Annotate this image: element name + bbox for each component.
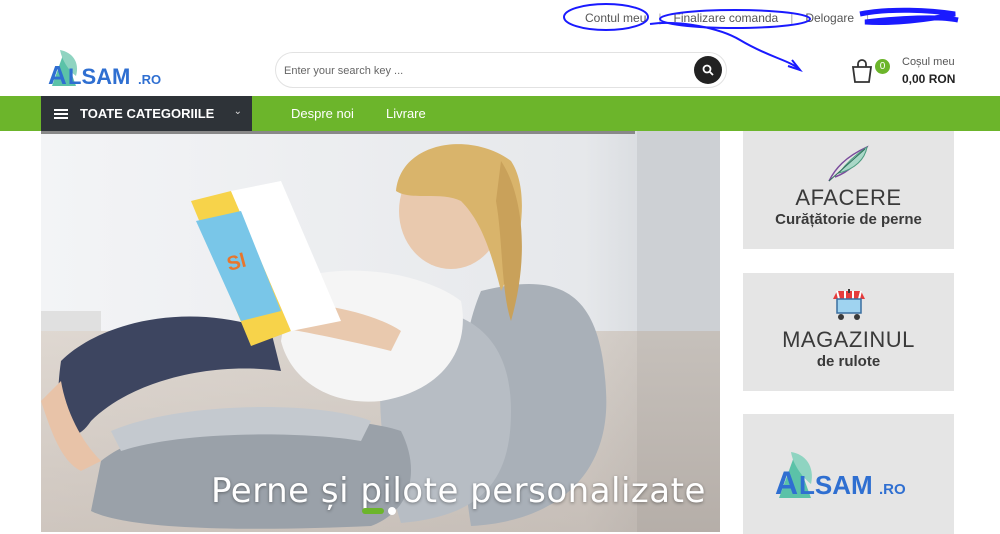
nav-link-delivery[interactable]: Livrare xyxy=(386,106,426,121)
cart-total: 0,00 RON xyxy=(902,72,956,86)
slider-dot-active[interactable] xyxy=(362,508,384,514)
search-icon xyxy=(702,64,714,76)
banner-subtitle: Curățătorie de perne xyxy=(775,211,922,228)
alsam-logo: A LSAM .RO xyxy=(775,452,906,501)
separator: | xyxy=(790,11,794,25)
main-nav: TOATE CATEGORIILE ⌄ Despre noi Livrare xyxy=(0,96,1000,131)
svg-text:.RO: .RO xyxy=(879,481,906,498)
search-button[interactable] xyxy=(694,56,722,84)
banner-title: AFACERE xyxy=(795,185,902,210)
svg-text:A: A xyxy=(775,465,798,501)
my-account-link[interactable]: Contul meu xyxy=(585,11,646,25)
account-links: Contul meu | Finalizare comanda | Deloga… xyxy=(585,11,881,25)
shopping-bag-icon xyxy=(851,59,873,83)
alsam-logo[interactable]: A LSAM .RO xyxy=(46,46,176,90)
mini-cart[interactable]: 0 Coșul meu 0,00 RON xyxy=(849,56,979,88)
banner-business[interactable]: AFACERE Curățătorie de perne xyxy=(743,131,954,249)
chevron-down-icon: ⌄ xyxy=(233,106,242,117)
svg-text:LSAM: LSAM xyxy=(68,64,130,89)
hero-slider[interactable]: Sl Perne și pilote personalizate xyxy=(41,131,720,532)
separator: | xyxy=(866,11,870,25)
svg-text:LSAM: LSAM xyxy=(799,470,873,500)
slider-dots xyxy=(362,507,396,515)
separator: | xyxy=(658,11,662,25)
slider-dot[interactable] xyxy=(388,507,396,515)
shop-stall-icon xyxy=(833,289,865,320)
nav-link-about[interactable]: Despre noi xyxy=(291,106,354,121)
search-box xyxy=(275,52,727,88)
hamburger-icon xyxy=(54,108,68,119)
svg-text:.RO: .RO xyxy=(138,72,161,87)
feather-icon xyxy=(828,145,869,182)
logout-link[interactable]: Delogare xyxy=(805,11,854,25)
cart-count-badge: 0 xyxy=(875,59,890,74)
banner-title: MAGAZINUL xyxy=(782,327,915,352)
all-categories-label: TOATE CATEGORIILE xyxy=(80,106,215,121)
banner-subtitle: de rulote xyxy=(816,353,881,370)
svg-text:A: A xyxy=(48,60,67,90)
top-bar: Contul meu | Finalizare comanda | Deloga… xyxy=(0,0,1000,73)
banner-caravans[interactable]: MAGAZINUL de rulote xyxy=(743,273,954,391)
banner-alsam[interactable]: A LSAM .RO xyxy=(743,414,954,534)
hero-caption: Perne și pilote personalizate xyxy=(211,471,706,511)
cart-label: Coșul meu xyxy=(902,56,955,68)
slider-progress-bar xyxy=(41,131,635,134)
checkout-link[interactable]: Finalizare comanda xyxy=(674,11,779,25)
all-categories-menu[interactable]: TOATE CATEGORIILE ⌄ xyxy=(41,96,252,131)
search-input[interactable] xyxy=(284,61,684,81)
